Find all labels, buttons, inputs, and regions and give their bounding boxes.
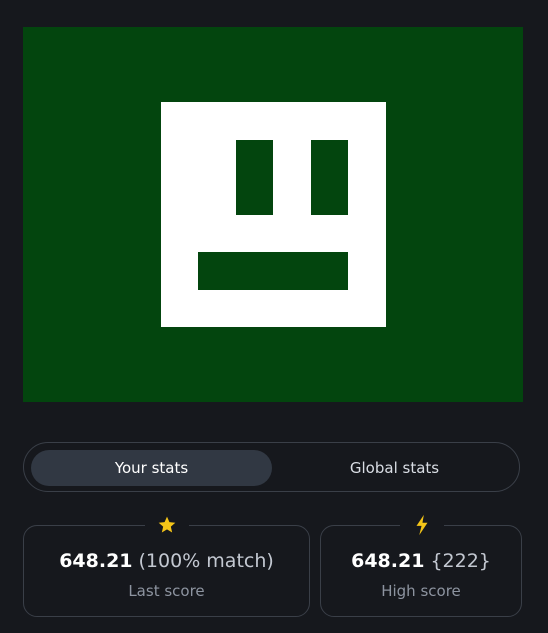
last-score-label: Last score [128, 582, 205, 600]
stats-tab-switcher: Your stats Global stats [23, 442, 520, 492]
tab-your-stats[interactable]: Your stats [31, 450, 272, 486]
last-score-match: (100% match) [138, 550, 274, 572]
high-score-card: 648.21 {222} High score [320, 512, 522, 617]
star-icon [158, 516, 176, 533]
high-score-value: 648.21 [351, 550, 425, 572]
right-eye [311, 140, 348, 215]
last-score-card: 648.21 (100% match) Last score [23, 512, 310, 617]
high-score-rank: {222} [430, 550, 491, 572]
star-badge [145, 512, 189, 538]
image-preview [23, 27, 523, 402]
mouth [198, 252, 348, 290]
high-score-label: High score [381, 582, 461, 600]
pixel-face-icon [161, 102, 386, 327]
left-eye [236, 140, 273, 215]
tab-global-stats[interactable]: Global stats [274, 450, 515, 486]
last-score-value: 648.21 [59, 550, 133, 572]
stats-panel: Your stats Global stats 648.21 (100% matc… [0, 0, 548, 633]
lightning-icon [416, 514, 428, 536]
last-score-line: 648.21 (100% match) [24, 550, 309, 572]
lightning-badge [400, 512, 444, 538]
high-score-line: 648.21 {222} [321, 550, 521, 572]
